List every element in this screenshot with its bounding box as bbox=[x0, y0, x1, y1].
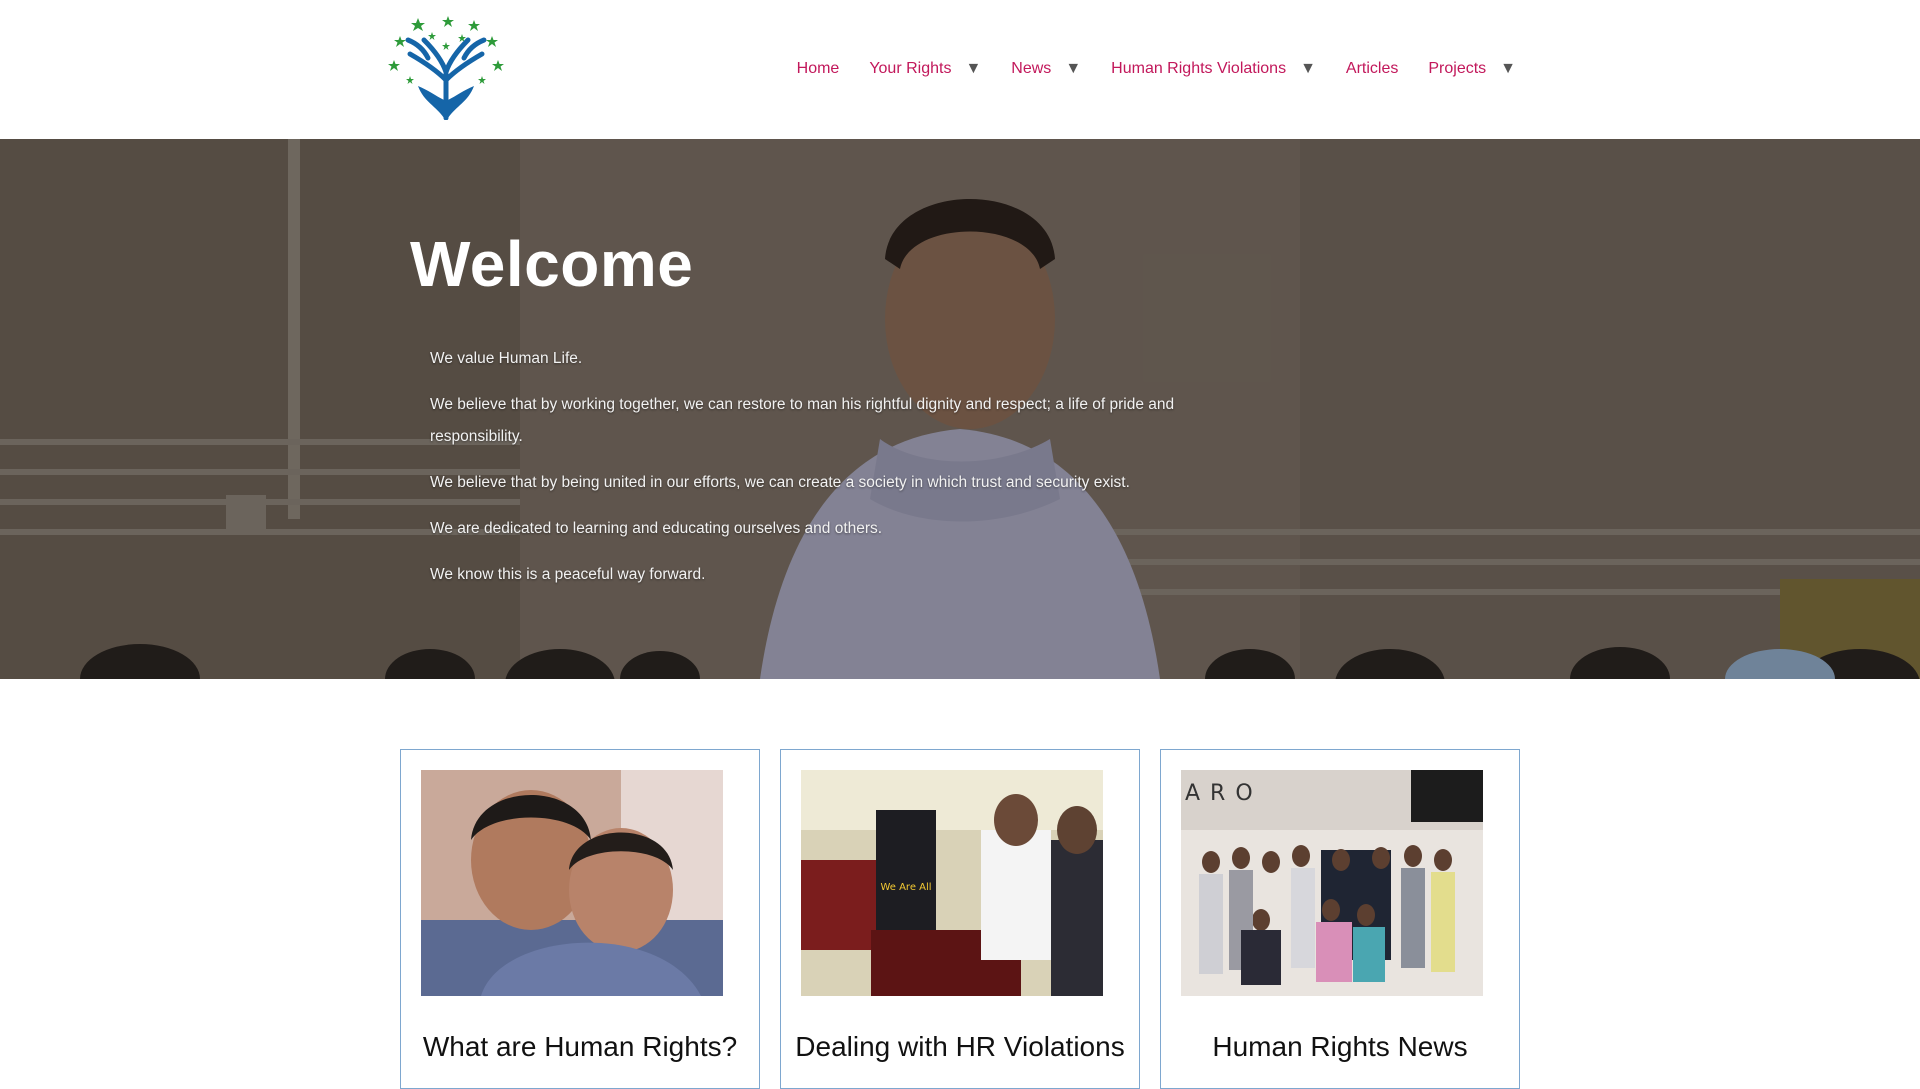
nav-news[interactable]: News ▼ bbox=[1011, 60, 1081, 78]
card-title[interactable]: Human Rights News bbox=[1161, 1032, 1519, 1062]
card-dealing-with-hr-violations[interactable]: We Are All Dealing with HR Violations bbox=[780, 749, 1140, 1089]
card-title[interactable]: Dealing with HR Violations bbox=[781, 1032, 1139, 1062]
svg-text:We Are All: We Are All bbox=[880, 882, 931, 893]
nav-projects[interactable]: Projects ▼ bbox=[1428, 60, 1516, 78]
nav-home-label[interactable]: Home bbox=[797, 60, 840, 78]
hero-paragraph: We believe that by working together, we … bbox=[430, 396, 1175, 446]
nav-your-rights-label[interactable]: Your Rights bbox=[869, 60, 951, 78]
hero-paragraph: We value Human Life. bbox=[430, 350, 583, 368]
hero-banner: Welcome We value Human Life. We believe … bbox=[0, 139, 1920, 679]
hero-paragraphs: We value Human Life. We believe that by … bbox=[410, 343, 1210, 591]
hero-content: Welcome We value Human Life. We believe … bbox=[410, 229, 1210, 605]
tree-hands-logo[interactable] bbox=[388, 14, 504, 120]
nav-home[interactable]: Home bbox=[797, 60, 840, 78]
youth-workshop-photo[interactable]: We Are All bbox=[801, 770, 1103, 996]
chevron-down-icon[interactable]: ▼ bbox=[965, 61, 981, 77]
chevron-down-icon[interactable]: ▼ bbox=[1065, 61, 1081, 77]
nav-human-rights-violations-label[interactable]: Human Rights Violations bbox=[1111, 60, 1286, 78]
nav-news-label[interactable]: News bbox=[1011, 60, 1051, 78]
hero-title: Welcome bbox=[410, 228, 694, 300]
site-header: Home Your Rights ▼ News ▼ Human Rights V… bbox=[0, 0, 1920, 139]
card-title[interactable]: What are Human Rights? bbox=[401, 1032, 759, 1062]
two-boys-photo[interactable] bbox=[421, 770, 723, 996]
feature-cards: What are Human Rights? We Are All Dealin… bbox=[400, 749, 1520, 1089]
group-photo[interactable]: ARO bbox=[1181, 770, 1483, 996]
nav-your-rights[interactable]: Your Rights ▼ bbox=[869, 60, 981, 78]
nav-articles-label[interactable]: Articles bbox=[1346, 60, 1398, 78]
nav-projects-label[interactable]: Projects bbox=[1428, 60, 1486, 78]
chevron-down-icon[interactable]: ▼ bbox=[1500, 61, 1516, 77]
nav-human-rights-violations[interactable]: Human Rights Violations ▼ bbox=[1111, 60, 1316, 78]
main-nav: Home Your Rights ▼ News ▼ Human Rights V… bbox=[797, 52, 1516, 86]
svg-text:ARO: ARO bbox=[1185, 781, 1263, 806]
chevron-down-icon[interactable]: ▼ bbox=[1300, 61, 1316, 77]
hero-paragraph: We believe that by being united in our e… bbox=[430, 474, 1130, 492]
card-human-rights-news[interactable]: ARO Human Rights News bbox=[1160, 749, 1520, 1089]
nav-articles[interactable]: Articles bbox=[1346, 60, 1398, 78]
hero-paragraph: We know this is a peaceful way forward. bbox=[430, 566, 706, 584]
hero-paragraph: We are dedicated to learning and educati… bbox=[430, 520, 883, 538]
card-what-are-human-rights[interactable]: What are Human Rights? bbox=[400, 749, 760, 1089]
